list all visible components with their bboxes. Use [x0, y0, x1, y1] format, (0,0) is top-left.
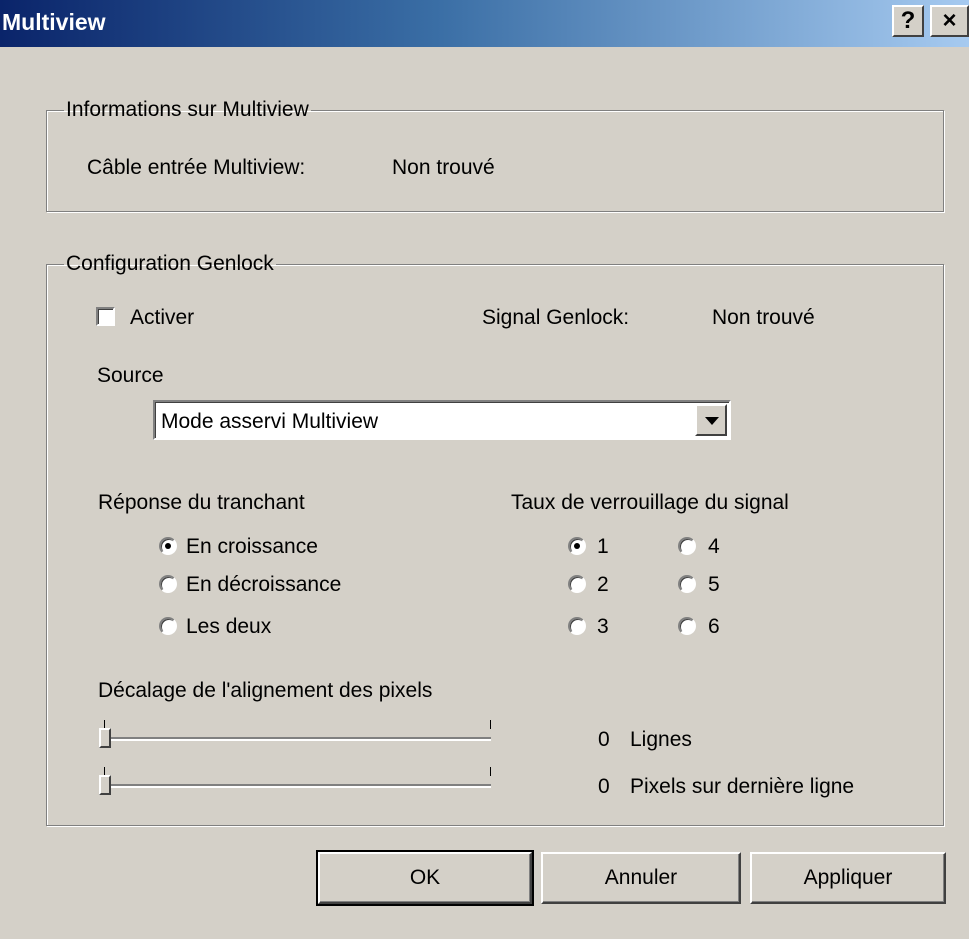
edge-option-rising[interactable]: En croissance	[186, 535, 318, 559]
apply-button[interactable]: Appliquer	[750, 852, 946, 904]
cancel-button[interactable]: Annuler	[541, 852, 741, 904]
title-bar[interactable]: Multiview ? ×	[0, 0, 969, 47]
source-dropdown[interactable]: Mode asservi Multiview	[153, 400, 731, 440]
edge-response-label: Réponse du tranchant	[98, 491, 305, 514]
signal-genlock-value: Non trouvé	[712, 306, 815, 329]
chevron-down-icon	[705, 417, 719, 425]
pixel-offset-label: Décalage de l'alignement des pixels	[98, 679, 433, 702]
ok-button[interactable]: OK	[316, 850, 534, 906]
lock-rate-label: Taux de verrouillage du signal	[511, 491, 789, 514]
edge-option-falling[interactable]: En décroissance	[186, 573, 341, 597]
lock-rate-radio-3[interactable]	[568, 617, 586, 635]
edge-radio-both[interactable]	[159, 617, 177, 635]
pixels-unit: Pixels sur dernière ligne	[630, 775, 855, 798]
lines-slider-track[interactable]	[101, 737, 491, 741]
pixels-slider-track[interactable]	[101, 784, 491, 788]
lines-unit: Lignes	[630, 728, 692, 751]
lock-rate-option-4[interactable]: 4	[708, 535, 720, 559]
info-group-legend: Informations sur Multiview	[66, 98, 309, 121]
radio-selected-dot	[574, 543, 580, 549]
source-selected-value: Mode asservi Multiview	[161, 410, 379, 433]
cable-value: Non trouvé	[392, 156, 495, 179]
lock-rate-option-2[interactable]: 2	[597, 573, 609, 597]
lock-rate-radio-6[interactable]	[678, 617, 696, 635]
info-group: Informations sur Multiview	[46, 98, 944, 212]
cable-label: Câble entrée Multiview:	[87, 156, 306, 179]
lock-rate-option-5[interactable]: 5	[708, 573, 720, 597]
lock-rate-radio-1[interactable]	[568, 537, 586, 555]
slider-tick-max	[490, 767, 491, 776]
enable-checkbox[interactable]	[96, 307, 115, 326]
slider-tick-max	[490, 720, 491, 729]
edge-radio-falling[interactable]	[159, 575, 177, 593]
lines-value: 0	[598, 728, 610, 751]
lock-rate-option-3[interactable]: 3	[597, 615, 609, 639]
source-label: Source	[97, 364, 164, 387]
edge-radio-rising[interactable]	[159, 537, 177, 555]
lock-rate-option-1[interactable]: 1	[597, 535, 609, 559]
edge-option-both[interactable]: Les deux	[186, 615, 271, 639]
dropdown-button[interactable]	[695, 404, 727, 436]
close-icon: ×	[942, 7, 957, 34]
close-button[interactable]: ×	[930, 5, 969, 37]
signal-genlock-label: Signal Genlock:	[482, 306, 630, 329]
window-title: Multiview	[2, 9, 106, 35]
enable-label[interactable]: Activer	[130, 306, 194, 330]
lock-rate-radio-4[interactable]	[678, 537, 696, 555]
lock-rate-radio-2[interactable]	[568, 575, 586, 593]
radio-selected-dot	[165, 543, 171, 549]
pixels-value: 0	[598, 775, 610, 798]
lock-rate-radio-5[interactable]	[678, 575, 696, 593]
help-icon: ?	[900, 7, 916, 34]
help-button[interactable]: ?	[892, 5, 924, 37]
lock-rate-option-6[interactable]: 6	[708, 615, 720, 639]
pixels-slider-thumb[interactable]	[99, 775, 111, 795]
genlock-group-legend: Configuration Genlock	[66, 252, 274, 275]
lines-slider-thumb[interactable]	[99, 728, 111, 748]
